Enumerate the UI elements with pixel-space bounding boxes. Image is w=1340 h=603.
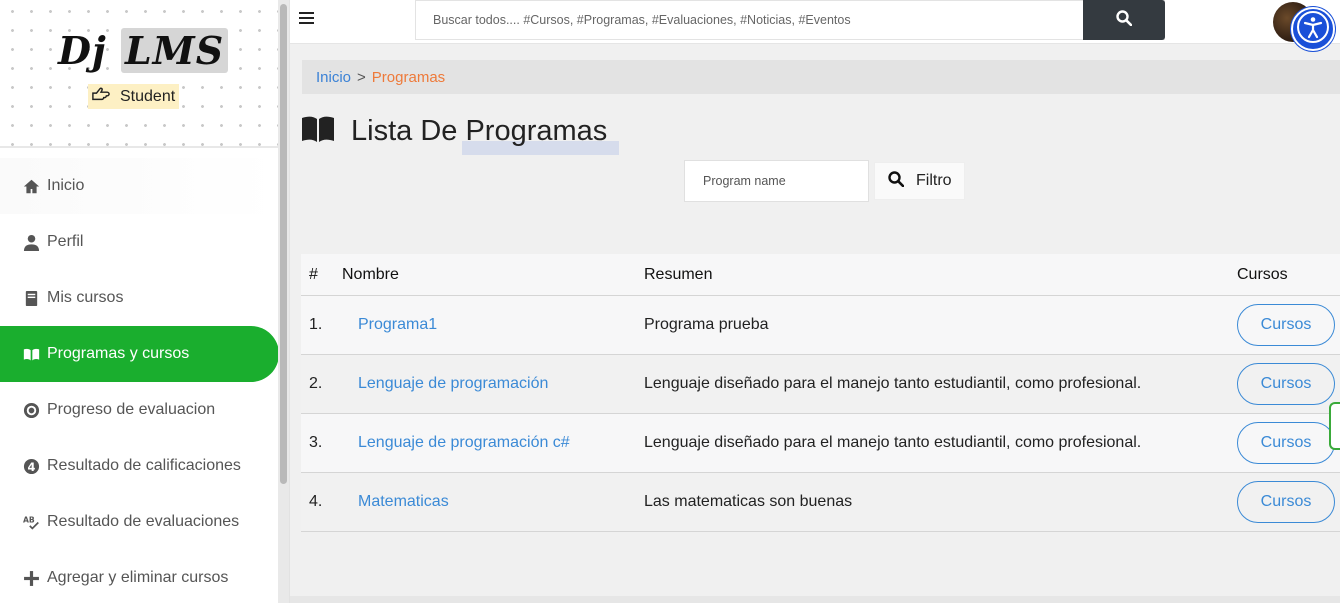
row-number: 3. [309, 434, 323, 451]
search-button[interactable] [1083, 0, 1165, 40]
sidebar-item-agregar-y-eliminar-cursos[interactable]: Agregar y eliminar cursos [0, 550, 279, 603]
program-summary: Lenguaje diseñado para el manejo tanto e… [644, 375, 1142, 392]
program-link[interactable]: Lenguaje de programación c# [358, 434, 570, 451]
topbar [290, 0, 1340, 51]
table-row: 4. Matematicas Las matematicas son buena… [301, 473, 1340, 532]
user-icon [21, 233, 41, 251]
breadcrumb-home-link[interactable]: Inicio [316, 69, 351, 86]
table-row: 3. Lenguaje de programación c# Lenguaje … [301, 414, 1340, 473]
cursos-button[interactable]: Cursos [1237, 363, 1335, 405]
page-title: Lista De Programas [351, 115, 608, 147]
sidebar-item-resultado-de-calificaciones[interactable]: 4 Resultado de calificaciones [0, 438, 279, 494]
program-link[interactable]: Lenguaje de programación [358, 375, 548, 392]
page-heading: Lista De Programas [301, 115, 607, 148]
logo-text-lms: LMS [120, 28, 229, 73]
sidebar-item-label: Mis cursos [47, 289, 124, 306]
logo-text-dj: Dj [58, 28, 107, 73]
sidebar-item-perfil[interactable]: Perfil [0, 214, 279, 270]
row-number: 4. [309, 493, 323, 510]
row-number: 2. [309, 375, 323, 392]
table-row: 2. Lenguaje de programación Lenguaje dis… [301, 355, 1340, 414]
program-name-input[interactable] [684, 160, 869, 202]
hand-pointer-icon [92, 86, 110, 107]
sidebar-item-progreso-de-evaluacion[interactable]: Progreso de evaluacion [0, 382, 279, 438]
sidebar-header: Dj LMS Student [0, 0, 279, 148]
breadcrumb-separator: > [357, 68, 366, 86]
accessibility-icon [1296, 10, 1330, 49]
cursos-button[interactable]: Cursos [1237, 304, 1335, 346]
target-icon [21, 401, 41, 419]
filter-button-label: Filtro [916, 172, 952, 189]
filter-button[interactable]: Filtro [874, 162, 965, 200]
footer-divider [290, 596, 1340, 603]
header-courses: Cursos [1237, 265, 1288, 283]
role-badge: Student [88, 84, 180, 109]
header-summary: Resumen [644, 265, 713, 283]
program-summary: Las matematicas son buenas [644, 493, 853, 510]
table-row: 1. Programa1 Programa prueba Cursos [301, 296, 1340, 355]
sidebar-item-label: Perfil [47, 233, 84, 250]
number-four-icon: 4 [21, 457, 41, 475]
sidebar-item-label: Inicio [47, 177, 85, 194]
header-num: # [309, 265, 318, 283]
search-icon [888, 170, 916, 192]
hamburger-menu-icon[interactable] [299, 12, 314, 26]
accessibility-button[interactable] [1291, 7, 1335, 51]
table-header: # Nombre Resumen Cursos [301, 254, 1340, 296]
spell-check-icon: AB [21, 513, 41, 531]
search-icon [1116, 9, 1133, 31]
open-book-icon [21, 345, 41, 363]
sidebar-nav: Inicio Perfil Mis cursos Programas y cur… [0, 158, 279, 603]
sidebar: Dj LMS Student Inicio Perfil Mis cursos … [0, 0, 290, 603]
open-book-icon [301, 115, 351, 148]
svg-text:AB: AB [23, 515, 35, 524]
sidebar-item-inicio[interactable]: Inicio [0, 158, 279, 214]
sidebar-item-label: Agregar y eliminar cursos [47, 569, 229, 586]
breadcrumb: Inicio > Programas [302, 60, 1340, 94]
home-icon [21, 177, 41, 195]
cursos-button[interactable]: Cursos [1237, 481, 1335, 523]
sidebar-item-resultado-de-evaluaciones[interactable]: AB Resultado de evaluaciones [0, 494, 279, 550]
sidebar-item-mis-cursos[interactable]: Mis cursos [0, 270, 279, 326]
sidebar-item-label: Progreso de evaluacion [47, 401, 216, 418]
program-link[interactable]: Matematicas [358, 493, 449, 510]
sidebar-item-label: Resultado de calificaciones [47, 457, 241, 474]
programs-table: # Nombre Resumen Cursos 1. Programa1 Pro… [301, 254, 1340, 532]
svg-text:4: 4 [27, 459, 35, 473]
cursos-button[interactable]: Cursos [1237, 422, 1335, 464]
program-summary: Lenguaje diseñado para el manejo tanto e… [644, 434, 1142, 451]
book-icon [21, 289, 41, 307]
sidebar-item-label: Programas y cursos [47, 345, 190, 362]
global-search-input[interactable] [416, 1, 1084, 39]
app-logo[interactable]: Dj LMS [58, 28, 229, 73]
plus-icon [21, 569, 41, 587]
side-widget-tab[interactable] [1329, 402, 1340, 450]
program-summary: Programa prueba [644, 316, 769, 333]
sidebar-scrollbar-thumb[interactable] [280, 4, 287, 484]
header-name: Nombre [342, 265, 399, 283]
role-label: Student [120, 87, 176, 105]
program-link[interactable]: Programa1 [358, 316, 437, 333]
sidebar-item-programas-y-cursos[interactable]: Programas y cursos [0, 326, 279, 382]
global-search [415, 0, 1165, 40]
sidebar-scrollbar[interactable] [278, 0, 289, 603]
breadcrumb-current: Programas [371, 68, 446, 86]
sidebar-item-label: Resultado de evaluaciones [47, 513, 240, 530]
row-number: 1. [309, 316, 323, 333]
